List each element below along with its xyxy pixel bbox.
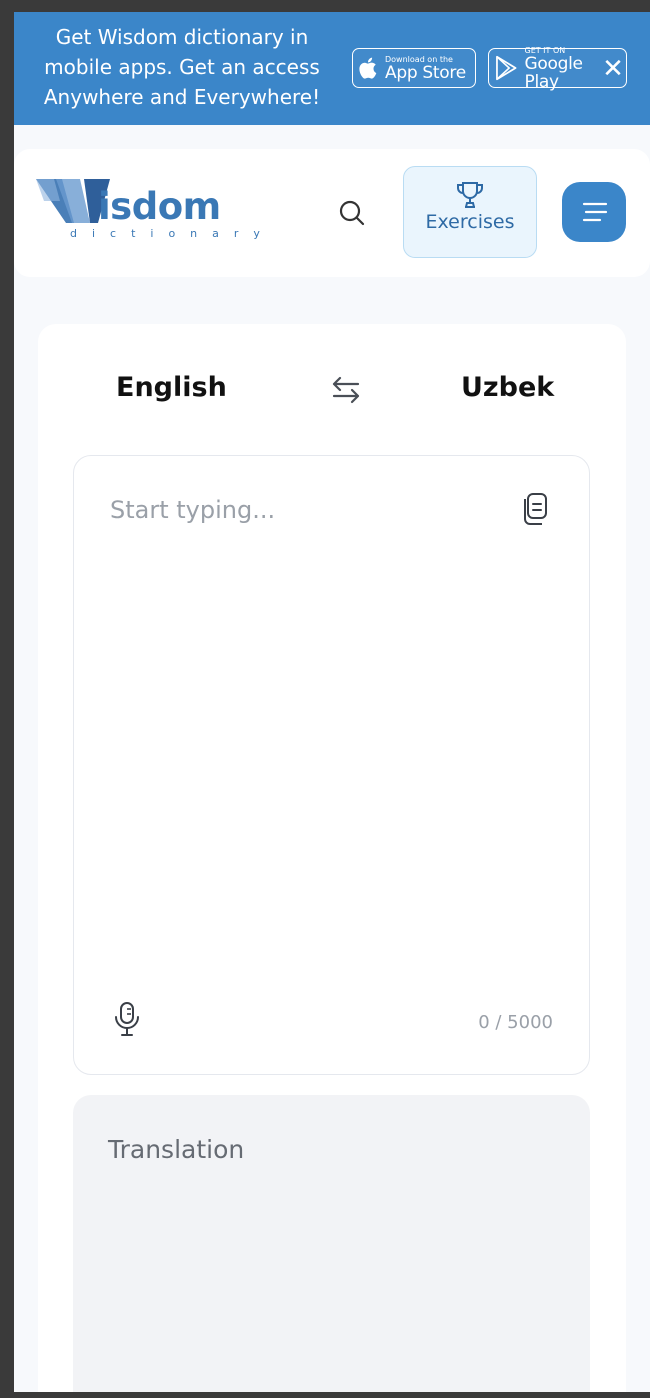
trophy-icon — [457, 182, 483, 208]
app-promo-banner: Get Wisdom dictionary in mobile apps. Ge… — [14, 12, 650, 125]
menu-button[interactable] — [562, 182, 626, 242]
translation-output: Translation — [73, 1095, 590, 1392]
menu-icon — [582, 202, 608, 222]
swap-icon[interactable] — [330, 374, 362, 406]
app-store-big-text: App Store — [385, 62, 466, 83]
google-play-icon — [496, 55, 517, 81]
character-counter: 0 / 5000 — [478, 1012, 553, 1033]
translator-card: English Uzbek Start typing... 0 / 5000 T… — [38, 324, 626, 1392]
wisdom-logo[interactable]: isdom dictionary — [36, 179, 260, 249]
banner-text: Get Wisdom dictionary in mobile apps. Ge… — [43, 25, 321, 109]
microphone-icon[interactable] — [112, 1001, 142, 1037]
source-text-input[interactable]: Start typing... 0 / 5000 — [73, 455, 590, 1075]
page: Get Wisdom dictionary in mobile apps. Ge… — [14, 12, 650, 1392]
logo-word: isdom — [98, 185, 221, 228]
source-language-button[interactable]: English — [116, 372, 227, 403]
paste-icon[interactable] — [520, 492, 550, 526]
search-icon[interactable] — [338, 199, 366, 227]
input-placeholder: Start typing... — [110, 496, 276, 524]
exercises-label: Exercises — [425, 211, 515, 233]
target-language-button[interactable]: Uzbek — [461, 372, 554, 403]
close-icon[interactable]: ✕ — [600, 56, 626, 82]
site-header: isdom dictionary Exercises — [14, 149, 650, 277]
exercises-button[interactable]: Exercises — [403, 166, 537, 258]
app-store-button[interactable]: Download on the App Store — [352, 48, 476, 88]
logo-subtitle: dictionary — [70, 227, 275, 240]
translation-label: Translation — [108, 1135, 245, 1164]
apple-icon — [359, 57, 377, 79]
